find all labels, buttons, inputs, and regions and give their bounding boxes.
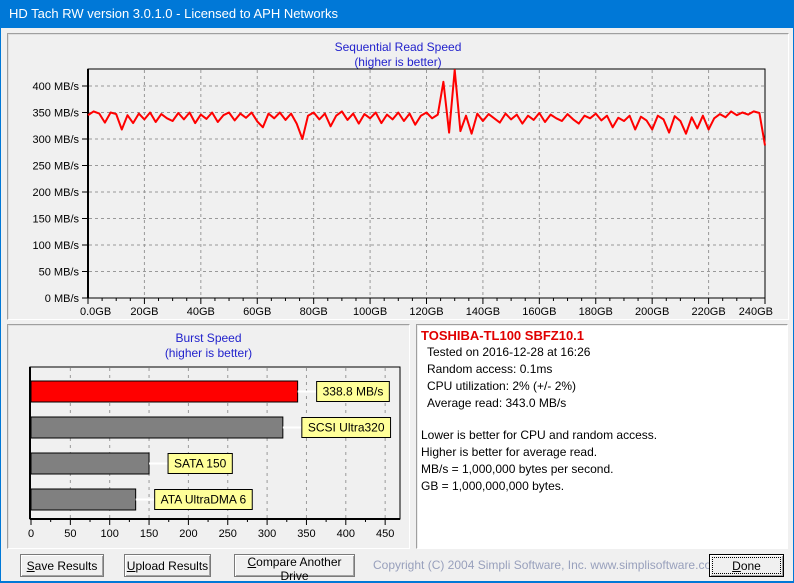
x-tick-label: 100GB xyxy=(353,306,387,318)
y-tick-label: 300 MB/s xyxy=(33,134,80,146)
drive-details: Tested on 2016-12-28 at 16:26 Random acce… xyxy=(417,344,787,412)
drive-name: TOSHIBA-TL100 SBFZ10.1 xyxy=(421,328,585,343)
done-accel: D xyxy=(732,558,741,573)
burst-bar xyxy=(30,416,284,439)
drive-detail-line: CPU utilization: 2% (+/- 2%) xyxy=(427,379,577,393)
copyright-text: Copyright (C) 2004 Simpli Software, Inc.… xyxy=(373,558,722,572)
y-tick-label: 150 MB/s xyxy=(33,214,80,226)
x-tick-label: 180GB xyxy=(579,306,613,318)
done-label: one xyxy=(740,558,761,573)
title-bar[interactable]: HD Tach RW version 3.0.1.0 - Licensed to… xyxy=(1,0,793,28)
compare-accel: C xyxy=(247,555,257,569)
compare-another-drive-button[interactable]: Compare Another Drive xyxy=(234,554,355,581)
x-tick-label: 140GB xyxy=(466,306,500,318)
sequential-read-panel: Sequential Read Speed (higher is better)… xyxy=(7,33,789,320)
x-tick-label: 300 xyxy=(258,528,276,540)
x-tick-label: 50 xyxy=(64,528,76,540)
x-tick-label: 60GB xyxy=(243,306,271,318)
bar-label-text: ATA UltraDMA 6 xyxy=(161,493,247,507)
burst-speed-panel: Burst Speed (higher is better) 0 50 100 150… xyxy=(7,324,410,549)
bar-label-text: 338.8 MB/s xyxy=(323,385,384,399)
save-results-label: ave Results xyxy=(34,558,98,573)
save-results-accel: S xyxy=(26,558,35,573)
x-tick-label: 120GB xyxy=(409,306,443,318)
burst-speed-chart: 0 50 100 150 200 250 300 350 400 450 338.8 MB/s SCS… xyxy=(28,366,401,540)
x-tick-label: 240GB xyxy=(739,306,773,318)
note-line: Lower is better for CPU and random acces… xyxy=(421,428,658,442)
burst-bar xyxy=(30,488,137,511)
result-notes: Lower is better for CPU and random acces… xyxy=(417,427,787,495)
x-tick-label: 0.0GB xyxy=(80,306,111,318)
sequential-read-chart: 0 MB/s 50 MB/s 100 MB/s 150 MB/s 200 MB/s 250… xyxy=(33,68,773,318)
bar-label-text: SATA 150 xyxy=(174,457,227,471)
x-tick-label: 220GB xyxy=(691,306,725,318)
drive-detail-line: Random access: 0.1ms xyxy=(427,362,553,376)
x-tick-label: 250 xyxy=(219,528,237,540)
x-tick-label: 20GB xyxy=(130,306,158,318)
x-tick-label: 80GB xyxy=(300,306,328,318)
burst-bar xyxy=(30,452,150,475)
drive-info-panel: TOSHIBA-TL100 SBFZ10.1 Tested on 2016-12… xyxy=(416,324,788,549)
x-tick-label: 450 xyxy=(376,528,394,540)
y-tick-label: 350 MB/s xyxy=(33,108,80,120)
done-button[interactable]: Done xyxy=(709,554,784,577)
y-tick-label: 100 MB/s xyxy=(33,240,80,252)
upload-results-label: pload Results xyxy=(135,558,209,573)
x-tick-label: 200 xyxy=(179,528,197,540)
drive-detail-line: Average read: 343.0 MB/s xyxy=(427,396,567,410)
app-window: HD Tach RW version 3.0.1.0 - Licensed to… xyxy=(0,0,794,583)
upload-results-button[interactable]: Upload Results xyxy=(124,554,211,577)
note-line: Higher is better for average read. xyxy=(421,445,598,459)
x-tick-label: 100 xyxy=(101,528,119,540)
x-tick-label: 0 xyxy=(28,528,34,540)
window-title: HD Tach RW version 3.0.1.0 - Licensed to… xyxy=(9,6,338,21)
x-tick-label: 150 xyxy=(140,528,158,540)
drive-detail-line: Tested on 2016-12-28 at 16:26 xyxy=(427,345,591,359)
x-tick-label: 200GB xyxy=(635,306,669,318)
note-line: MB/s = 1,000,000 bytes per second. xyxy=(421,462,614,476)
save-results-button[interactable]: Save Results xyxy=(20,554,104,577)
y-tick-label: 200 MB/s xyxy=(33,187,80,199)
x-tick-label: 160GB xyxy=(522,306,556,318)
y-tick-label: 0 MB/s xyxy=(45,293,80,305)
x-tick-label: 400 xyxy=(337,528,355,540)
bar-label-text: SCSI Ultra320 xyxy=(308,421,385,435)
note-line: GB = 1,000,000,000 bytes. xyxy=(421,479,565,493)
y-tick-label: 250 MB/s xyxy=(33,161,80,173)
y-tick-label: 400 MB/s xyxy=(33,81,80,93)
burst-bar xyxy=(30,380,299,403)
x-tick-label: 350 xyxy=(297,528,315,540)
compare-label: ompare Another Drive xyxy=(256,555,342,583)
y-tick-label: 50 MB/s xyxy=(39,267,80,279)
x-tick-label: 40GB xyxy=(187,306,215,318)
